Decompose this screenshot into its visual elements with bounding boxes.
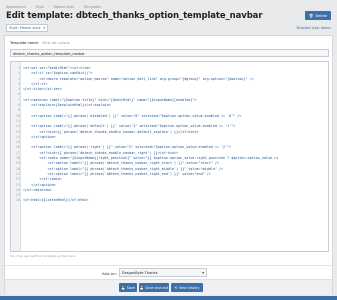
addon-select[interactable]: DragonByte Thanks ▾ — [119, 268, 207, 277]
breadcrumb-item[interactable]: Appearance — [6, 5, 26, 9]
addon-label: Add-on: — [102, 271, 117, 276]
chevron-down-icon: ▾ — [43, 26, 45, 30]
history-icon: ⟲ — [174, 285, 178, 290]
breadcrumb-separator: › — [30, 5, 32, 9]
bottom-bar — [0, 296, 337, 300]
save-and-exit-label: Save and exit — [145, 285, 169, 290]
template-type-link[interactable]: Template type: Admin — [296, 26, 331, 30]
template-code-editor[interactable]: 1 <xf:set var="$editHtml"><xf:trim> 2 <xf:… — [10, 61, 329, 252]
save-icon: 💾 — [120, 285, 126, 290]
breadcrumb-item[interactable]: Master style — [54, 5, 75, 9]
template-name-input[interactable]: dbtech_thanks_option_template_navbar — [10, 49, 329, 57]
form-submit-row: 💾 Save 💾 Save and exit ⟲ View history — [5, 279, 332, 295]
breadcrumb-separator: › — [78, 5, 80, 9]
save-button[interactable]: 💾 Save — [119, 283, 137, 292]
editor-footnote: You may use XenForo template syntax here… — [10, 254, 77, 258]
save-button-label: Save — [126, 285, 136, 290]
style-selector[interactable]: Style: Master style ▾ — [6, 24, 48, 32]
trash-icon: 🗑 — [308, 13, 314, 18]
template-name-label-text: Template name: — [10, 41, 39, 45]
page-title: Edit template: dbtech_thanks_option_temp… — [6, 11, 263, 21]
template-name-label: Template name: Must be unique — [10, 41, 70, 45]
addon-row: Add-on: DragonByte Thanks ▾ — [5, 265, 332, 279]
breadcrumb: Appearance › Style › Master style › Temp… — [6, 3, 101, 11]
line-number: 26 — [15, 198, 20, 203]
template-name-hint: Must be unique — [41, 41, 70, 45]
code-text: <xf:html>{$listedHtml}</xf:html> — [23, 198, 89, 203]
chevron-down-icon: ▾ — [202, 270, 204, 275]
save-icon: 💾 — [139, 285, 144, 290]
delete-button[interactable]: 🗑 Delete — [305, 11, 331, 20]
edit-template-form: Template name: Must be unique dbtech_than… — [4, 35, 333, 295]
code-lines: 1 <xf:set var="$editHtml"><xf:trim> 2 <xf:… — [11, 66, 328, 204]
view-history-button[interactable]: ⟲ View history — [171, 283, 203, 292]
breadcrumb-separator: › — [48, 5, 50, 9]
style-selector-value: Style: Master style — [9, 26, 41, 30]
breadcrumb-item[interactable]: Templates — [84, 5, 101, 9]
save-and-exit-button[interactable]: 💾 Save and exit — [139, 283, 169, 292]
addon-select-value: DragonByte Thanks — [122, 270, 158, 275]
breadcrumb-item[interactable]: Style — [36, 5, 45, 9]
code-line: 26 <xf:html>{$listedHtml}</xf:html> — [11, 198, 328, 203]
view-history-label: View history — [178, 285, 200, 290]
delete-button-label: Delete — [315, 13, 328, 18]
